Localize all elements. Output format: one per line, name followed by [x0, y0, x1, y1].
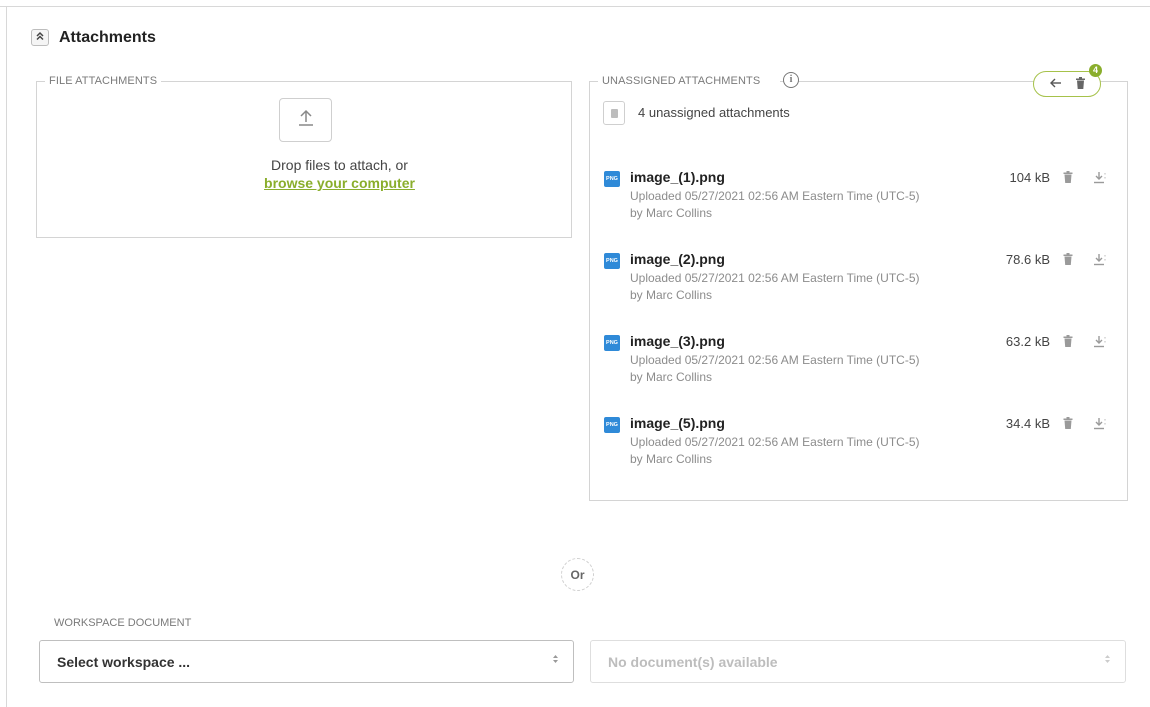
download-icon	[1093, 417, 1105, 429]
png-file-icon: PNG	[604, 171, 620, 187]
download-attachment-button[interactable]	[1092, 416, 1106, 430]
attachment-meta: Uploaded 05/27/2021 02:56 AM Eastern Tim…	[630, 352, 920, 386]
unassigned-attachments-legend: UNASSIGNED ATTACHMENTS	[602, 75, 761, 87]
attachment-size: 34.4 kB	[1005, 416, 1050, 431]
panel-left-border	[6, 6, 7, 707]
workspace-select-value: Select workspace ...	[57, 653, 191, 670]
file-attachments-legend: FILE ATTACHMENTS	[49, 75, 158, 87]
trash-icon	[1063, 253, 1073, 265]
delete-attachment-button[interactable]	[1061, 416, 1075, 430]
download-icon	[1093, 335, 1105, 347]
attachment-file-name[interactable]: image_(2).png	[630, 251, 725, 267]
workspace-select[interactable]: Select workspace ...	[39, 640, 574, 683]
document-select[interactable]: No document(s) available	[590, 640, 1126, 683]
png-file-icon: PNG	[604, 335, 620, 351]
attachment-uploaded-by: by Marc Collins	[630, 370, 713, 384]
attachment-row: PNG image_(3).png Uploaded 05/27/2021 02…	[600, 333, 1120, 401]
trash-icon	[1063, 335, 1073, 347]
attachment-file-name[interactable]: image_(1).png	[630, 169, 725, 185]
download-attachment-button[interactable]	[1092, 252, 1106, 266]
section-title: Attachments	[59, 29, 156, 46]
info-icon[interactable]: i	[783, 72, 799, 88]
attachment-uploaded-at: Uploaded 05/27/2021 02:56 AM Eastern Tim…	[630, 435, 920, 449]
attachment-file-name[interactable]: image_(5).png	[630, 415, 725, 431]
download-attachment-button[interactable]	[1092, 170, 1106, 184]
attachment-file-name[interactable]: image_(3).png	[630, 333, 725, 349]
or-divider: Or	[561, 558, 594, 591]
png-file-icon: PNG	[604, 253, 620, 269]
trash-icon	[1063, 171, 1073, 183]
document-select-value: No document(s) available	[608, 653, 778, 670]
png-file-icon: PNG	[604, 417, 620, 433]
attachment-row: PNG image_(1).png Uploaded 05/27/2021 02…	[600, 169, 1120, 237]
attachment-uploaded-by: by Marc Collins	[630, 452, 713, 466]
select-caret-icon	[1104, 654, 1111, 664]
download-icon	[1093, 171, 1105, 183]
select-caret-icon	[552, 654, 559, 664]
download-icon	[1093, 253, 1105, 265]
document-icon	[603, 101, 625, 125]
unassigned-count-badge: 4	[1089, 64, 1102, 77]
drop-files-text: Drop files to attach, or	[271, 157, 408, 173]
collapse-section-button[interactable]	[31, 29, 49, 46]
attachment-size: 63.2 kB	[1005, 334, 1050, 349]
delete-attachment-button[interactable]	[1061, 334, 1075, 348]
attachment-uploaded-at: Uploaded 05/27/2021 02:56 AM Eastern Tim…	[630, 271, 920, 285]
panel-top-border	[0, 6, 1150, 7]
browse-computer-link[interactable]: browse your computer	[36, 175, 643, 191]
trash-icon[interactable]	[1075, 77, 1086, 91]
attachment-row: PNG image_(2).png Uploaded 05/27/2021 02…	[600, 251, 1120, 319]
upload-button[interactable]	[279, 98, 332, 142]
attachment-meta: Uploaded 05/27/2021 02:56 AM Eastern Tim…	[630, 270, 920, 304]
unassigned-summary: 4 unassigned attachments	[638, 105, 790, 120]
trash-icon	[1063, 417, 1073, 429]
delete-attachment-button[interactable]	[1061, 252, 1075, 266]
attachment-size: 104 kB	[1009, 170, 1050, 185]
chevron-double-up-icon	[35, 31, 45, 44]
attachment-size: 78.6 kB	[1005, 252, 1050, 267]
delete-attachment-button[interactable]	[1061, 170, 1075, 184]
arrow-left-icon[interactable]	[1049, 77, 1062, 91]
attachment-uploaded-at: Uploaded 05/27/2021 02:56 AM Eastern Tim…	[630, 189, 920, 203]
attachment-meta: Uploaded 05/27/2021 02:56 AM Eastern Tim…	[630, 188, 920, 222]
upload-icon	[296, 108, 316, 133]
download-attachment-button[interactable]	[1092, 334, 1106, 348]
workspace-document-label: WORKSPACE DOCUMENT	[54, 617, 192, 629]
attachment-row: PNG image_(5).png Uploaded 05/27/2021 02…	[600, 415, 1120, 483]
attachment-meta: Uploaded 05/27/2021 02:56 AM Eastern Tim…	[630, 434, 920, 468]
attachment-uploaded-by: by Marc Collins	[630, 206, 713, 220]
attachment-uploaded-by: by Marc Collins	[630, 288, 713, 302]
attachment-uploaded-at: Uploaded 05/27/2021 02:56 AM Eastern Tim…	[630, 353, 920, 367]
